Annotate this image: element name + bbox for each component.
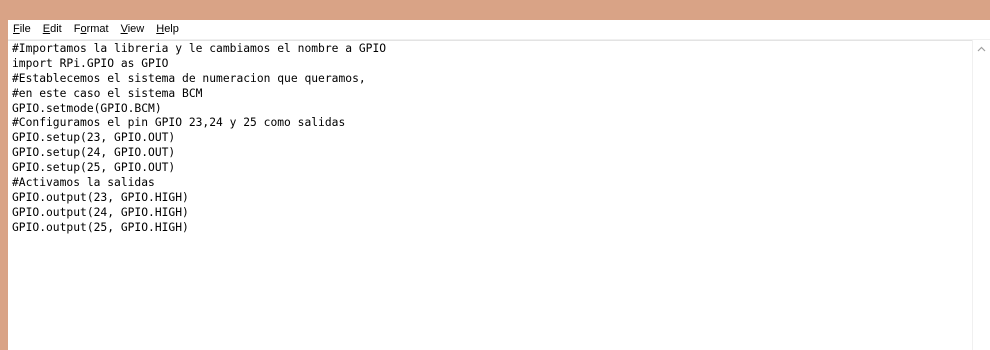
- code-line: GPIO.setmode(GPIO.BCM): [12, 101, 162, 115]
- code-line: GPIO.output(25, GPIO.HIGH): [12, 220, 189, 234]
- menu-help[interactable]: Help: [150, 20, 185, 39]
- menu-file[interactable]: File: [8, 20, 37, 39]
- menu-format[interactable]: Format: [68, 20, 115, 39]
- text-editor-area[interactable]: #Importamos la libreria y le cambiamos e…: [8, 40, 972, 350]
- code-line: #Establecemos el sistema de numeracion q…: [12, 71, 366, 85]
- code-line: GPIO.output(24, GPIO.HIGH): [12, 205, 189, 219]
- code-line: #en este caso el sistema BCM: [12, 86, 203, 100]
- window-title-bar[interactable]: [0, 0, 990, 20]
- code-line: #Activamos la salidas: [12, 176, 155, 190]
- scroll-up-button[interactable]: [973, 40, 990, 57]
- notepad-window: File Edit Format View Help #Importamos l…: [8, 20, 990, 350]
- chevron-up-icon: [977, 46, 986, 51]
- menu-edit[interactable]: Edit: [37, 20, 68, 39]
- code-line: #Configuramos el pin GPIO 23,24 y 25 com…: [12, 116, 346, 130]
- code-line: GPIO.setup(24, GPIO.OUT): [12, 146, 176, 160]
- menu-bar: File Edit Format View Help: [8, 20, 990, 40]
- code-line: #Importamos la libreria y le cambiamos e…: [12, 42, 387, 55]
- vertical-scrollbar[interactable]: [972, 40, 990, 350]
- code-line: GPIO.setup(23, GPIO.OUT): [12, 131, 176, 145]
- window-frame-left: [0, 20, 8, 350]
- menu-view[interactable]: View: [115, 20, 151, 39]
- code-line: import RPi.GPIO as GPIO: [12, 56, 169, 70]
- code-line: GPIO.setup(25, GPIO.OUT): [12, 161, 176, 175]
- code-line: GPIO.output(23, GPIO.HIGH): [12, 190, 189, 204]
